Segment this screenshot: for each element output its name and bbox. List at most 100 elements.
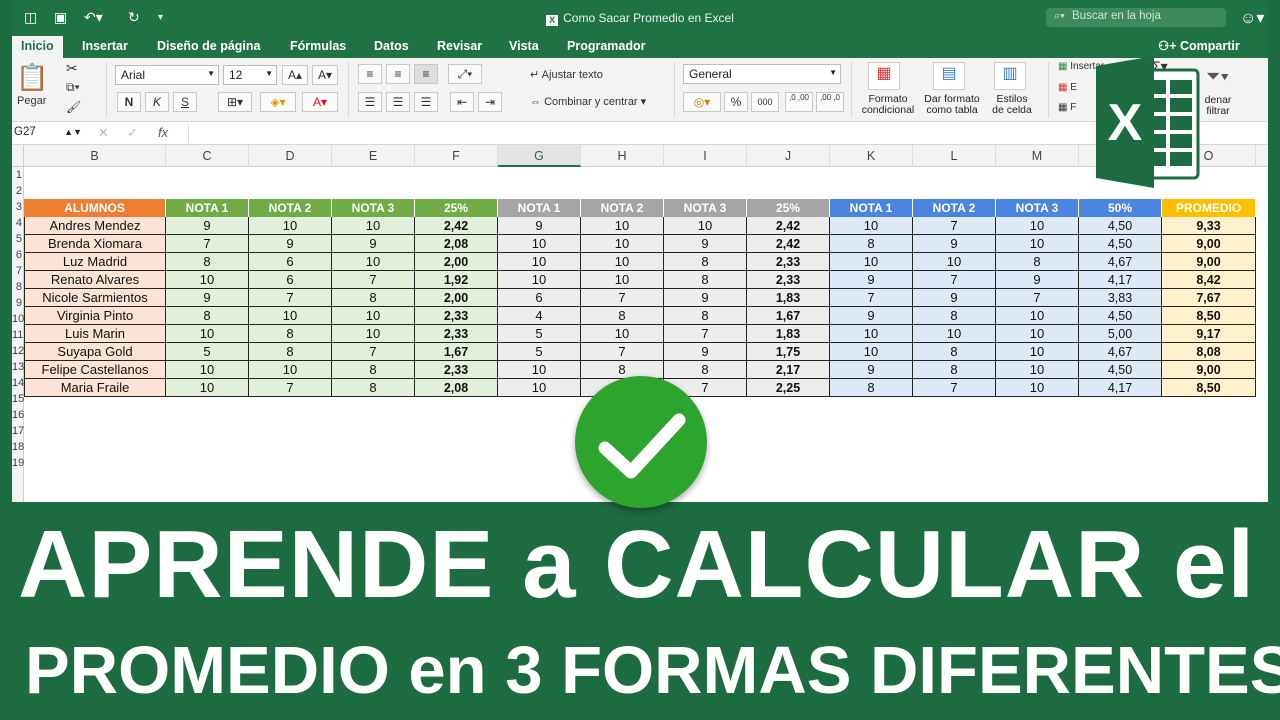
font-name-select[interactable]: Arial ▼	[115, 65, 219, 85]
decrease-decimal-button[interactable]: ,00 ,0	[816, 92, 844, 112]
tab-programador[interactable]: Programador	[567, 39, 646, 53]
table-header-cell[interactable]: NOTA 3	[332, 199, 415, 217]
tab-insertar[interactable]: Insertar	[82, 39, 128, 53]
row-header[interactable]: 19	[12, 457, 24, 469]
share-button[interactable]: ⚇+ Compartir	[1158, 38, 1240, 53]
grade-cell[interactable]: 10	[498, 235, 581, 253]
grade-cell[interactable]: 7	[830, 289, 913, 307]
column-header-l[interactable]: L	[913, 145, 996, 167]
grade-cell[interactable]: 1,92	[415, 271, 498, 289]
grade-cell[interactable]: 4,50	[1079, 361, 1162, 379]
grade-cell[interactable]: 1,67	[415, 343, 498, 361]
grade-cell[interactable]: 8	[332, 379, 415, 397]
grade-cell[interactable]: 7	[581, 289, 664, 307]
grade-cell[interactable]: 9,17	[1162, 325, 1256, 343]
column-header-d[interactable]: D	[249, 145, 332, 167]
align-right-button[interactable]: ☰	[414, 92, 438, 112]
grade-cell[interactable]: 9	[913, 289, 996, 307]
grade-cell[interactable]: 9	[166, 289, 249, 307]
grade-cell[interactable]: 5	[498, 343, 581, 361]
grade-cell[interactable]: 10	[996, 379, 1079, 397]
row-header[interactable]: 17	[12, 425, 24, 437]
grade-cell[interactable]: 9	[830, 307, 913, 325]
grade-cell[interactable]: 9	[830, 271, 913, 289]
tab-datos[interactable]: Datos	[374, 39, 409, 53]
row-header[interactable]: 14	[12, 377, 24, 389]
grade-cell[interactable]: 8	[249, 325, 332, 343]
grade-cell[interactable]: 9,00	[1162, 361, 1256, 379]
row-header[interactable]: 10	[12, 313, 24, 325]
table-header-cell[interactable]: 25%	[747, 199, 830, 217]
grade-cell[interactable]: 2,33	[415, 361, 498, 379]
grade-cell[interactable]: 10	[830, 217, 913, 235]
grade-cell[interactable]: 7	[913, 379, 996, 397]
grade-cell[interactable]: 8,50	[1162, 307, 1256, 325]
confirm-icon[interactable]: ✓	[127, 125, 138, 141]
sort-filter-icon[interactable]: ⏷▾	[1206, 66, 1229, 87]
grade-cell[interactable]: 10	[913, 325, 996, 343]
feedback-smiley-icon[interactable]: ☺▾	[1240, 8, 1264, 28]
orientation-button[interactable]: ⤢▾	[448, 64, 482, 84]
grade-cell[interactable]: 7	[913, 217, 996, 235]
conditional-format-icon[interactable]: ▦	[868, 62, 900, 90]
fill-color-button[interactable]: ◈▾	[260, 92, 296, 112]
row-header[interactable]: 6	[12, 249, 24, 261]
delete-cells-button[interactable]: ▦ E	[1058, 82, 1077, 93]
grade-cell[interactable]: 4	[498, 307, 581, 325]
grade-cell[interactable]: 7	[664, 325, 747, 343]
row-header[interactable]: 13	[12, 361, 24, 373]
grade-cell[interactable]: 1,83	[747, 289, 830, 307]
grade-cell[interactable]: 10	[581, 235, 664, 253]
increase-font-button[interactable]: A▴	[282, 65, 308, 85]
row-header[interactable]: 12	[12, 345, 24, 357]
grade-cell[interactable]: 10	[498, 271, 581, 289]
grade-cell[interactable]: 10	[498, 361, 581, 379]
grade-cell[interactable]: 8	[249, 343, 332, 361]
grade-cell[interactable]: 10	[166, 361, 249, 379]
grade-cell[interactable]: 10	[581, 325, 664, 343]
grade-cell[interactable]: 2,33	[415, 307, 498, 325]
paste-label[interactable]: Pegar	[17, 95, 46, 107]
grade-cell[interactable]: 4,67	[1079, 253, 1162, 271]
grade-cell[interactable]: 10	[996, 217, 1079, 235]
row-header[interactable]: 2	[12, 185, 24, 197]
table-header-cell[interactable]: NOTA 1	[830, 199, 913, 217]
tab-formulas[interactable]: Fórmulas	[290, 39, 346, 53]
grade-cell[interactable]: 10	[996, 325, 1079, 343]
column-header-m[interactable]: M	[996, 145, 1079, 167]
align-bottom-button[interactable]: ≡	[414, 64, 438, 84]
grade-cell[interactable]: 8	[913, 361, 996, 379]
grade-cell[interactable]: 7,67	[1162, 289, 1256, 307]
column-header-k[interactable]: K	[830, 145, 913, 167]
grade-cell[interactable]: 2,25	[747, 379, 830, 397]
grade-cell[interactable]: 10	[498, 379, 581, 397]
grade-cell[interactable]: 9,00	[1162, 253, 1256, 271]
row-header[interactable]: 18	[12, 441, 24, 453]
grade-cell[interactable]: 9	[498, 217, 581, 235]
tab-revisar[interactable]: Revisar	[437, 39, 482, 53]
grade-cell[interactable]: 10	[166, 325, 249, 343]
grade-cell[interactable]: 2,42	[747, 217, 830, 235]
grade-cell[interactable]: 10	[830, 253, 913, 271]
grade-cell[interactable]: 8	[664, 271, 747, 289]
grade-cell[interactable]: 8	[830, 235, 913, 253]
grade-cell[interactable]: 8	[166, 307, 249, 325]
student-name-cell[interactable]: Felipe Castellanos	[24, 361, 166, 379]
row-header[interactable]: 9	[12, 297, 24, 309]
grade-cell[interactable]: 10	[581, 217, 664, 235]
grade-cell[interactable]: 3,83	[1079, 289, 1162, 307]
grade-cell[interactable]: 2,00	[415, 253, 498, 271]
name-box[interactable]: G27 ▲▼	[12, 125, 86, 142]
copy-icon[interactable]: ⧉▾	[66, 80, 80, 95]
grade-cell[interactable]: 9	[830, 361, 913, 379]
search-sheet-input[interactable]: ⌕▾ Buscar en la hoja	[1046, 8, 1226, 27]
table-header-cell[interactable]: NOTA 2	[249, 199, 332, 217]
table-header-cell[interactable]: NOTA 1	[166, 199, 249, 217]
thousands-button[interactable]: 000	[751, 92, 779, 112]
number-format-select[interactable]: General ▼	[683, 64, 841, 84]
grade-cell[interactable]: 7	[166, 235, 249, 253]
student-name-cell[interactable]: Luis Marin	[24, 325, 166, 343]
grade-cell[interactable]: 6	[249, 271, 332, 289]
wrap-text-button[interactable]: ↵ Ajustar texto	[530, 68, 603, 81]
decrease-font-button[interactable]: A▾	[312, 65, 338, 85]
